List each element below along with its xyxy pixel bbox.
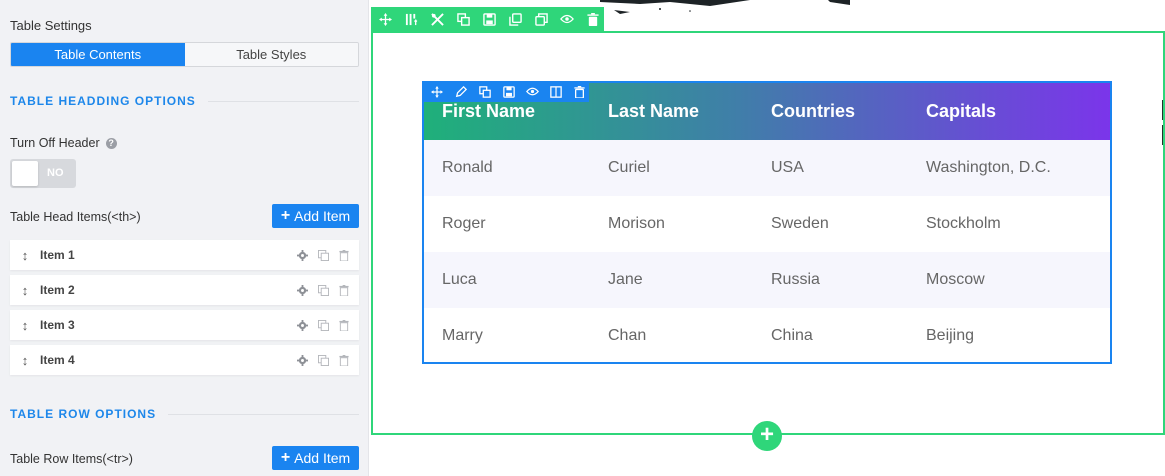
- table-cell: Curiel: [608, 159, 650, 176]
- table-toolbar: [422, 81, 589, 102]
- eye-icon[interactable]: [523, 82, 542, 101]
- trash-icon[interactable]: [337, 284, 351, 296]
- turn-off-header-field: Turn Off Header?: [10, 136, 117, 150]
- row-options-title: TABLE ROW OPTIONS: [10, 407, 157, 421]
- table-cell: Ronald: [442, 159, 493, 176]
- drag-handle-icon[interactable]: ↕: [10, 318, 40, 333]
- decorative-brush-stroke: [600, 0, 850, 14]
- heading-options-title: TABLE HEADDING OPTIONS: [10, 94, 196, 108]
- duplicate-icon[interactable]: [506, 10, 524, 28]
- section-divider: [168, 413, 359, 415]
- table-row: Luca Jane Russia Moscow: [424, 252, 1110, 308]
- trash-icon[interactable]: [584, 10, 602, 28]
- table-cell: Beijing: [926, 327, 975, 344]
- list-item[interactable]: ↕ Item 2: [10, 275, 359, 305]
- copy-icon[interactable]: [316, 284, 330, 296]
- tab-table-contents[interactable]: Table Contents: [11, 43, 185, 66]
- table-cell: Moscow: [926, 271, 985, 288]
- panel-title: Table Settings: [10, 18, 92, 33]
- item-label: Item 3: [40, 318, 75, 332]
- settings-panel: Table Settings Table Contents Table Styl…: [0, 0, 369, 476]
- table-row: Ronald Curiel USA Washington, D.C.: [424, 140, 1110, 196]
- table-cell: Stockholm: [926, 215, 1001, 232]
- columns-icon[interactable]: [547, 82, 566, 101]
- table-cell: Chan: [608, 327, 647, 344]
- trash-icon[interactable]: [570, 82, 589, 101]
- add-head-item-button[interactable]: + Add Item: [272, 204, 359, 228]
- drag-handle-icon[interactable]: ↕: [10, 353, 40, 368]
- table-cell: Morison: [608, 215, 665, 232]
- trash-icon[interactable]: [337, 319, 351, 331]
- row-items-label: Table Row Items(<tr>): [10, 452, 133, 466]
- gear-icon[interactable]: [295, 354, 309, 366]
- toggle-knob: [12, 161, 38, 186]
- gear-icon[interactable]: [295, 319, 309, 331]
- row-options-section: TABLE ROW OPTIONS: [10, 407, 359, 421]
- table-cell: Marry: [442, 327, 483, 344]
- pencil-icon[interactable]: [452, 82, 471, 101]
- item-label: Item 2: [40, 283, 75, 297]
- copy-icon[interactable]: [316, 319, 330, 331]
- gear-icon[interactable]: [295, 249, 309, 261]
- copy-icon[interactable]: [475, 82, 494, 101]
- tools-icon[interactable]: [428, 10, 446, 28]
- paste-icon[interactable]: [532, 10, 550, 28]
- table-row: Roger Morison Sweden Stockholm: [424, 196, 1110, 252]
- list-item[interactable]: ↕ Item 3: [10, 310, 359, 340]
- table-cell: China: [771, 327, 813, 344]
- head-items-label: Table Head Items(<th>): [10, 210, 141, 224]
- question-icon[interactable]: ?: [105, 138, 117, 149]
- toggle-value: NO: [47, 167, 64, 179]
- trash-icon[interactable]: [337, 249, 351, 261]
- copy-icon[interactable]: [316, 249, 330, 261]
- section-toolbar: [371, 7, 604, 31]
- table-cell: Jane: [608, 271, 643, 288]
- table-cell: Russia: [771, 271, 820, 288]
- save-icon[interactable]: [499, 82, 518, 101]
- plus-icon: +: [280, 449, 291, 466]
- plus-icon: +: [759, 421, 774, 448]
- add-item-label: Add Item: [294, 208, 351, 224]
- table-cell: USA: [771, 159, 804, 176]
- table-cell: Luca: [442, 271, 477, 288]
- list-item[interactable]: ↕ Item 1: [10, 240, 359, 270]
- add-item-label: Add Item: [294, 450, 351, 466]
- settings-tabs: Table Contents Table Styles: [10, 42, 359, 67]
- table-header-cell: First Name: [442, 101, 536, 121]
- data-table[interactable]: First Name Last Name Countries Capitals …: [422, 81, 1112, 364]
- item-label: Item 4: [40, 353, 75, 367]
- table-header-cell: Last Name: [608, 101, 700, 121]
- save-icon[interactable]: [480, 10, 498, 28]
- table-cell: Roger: [442, 215, 486, 232]
- list-item[interactable]: ↕ Item 4: [10, 345, 359, 375]
- move-icon[interactable]: [428, 82, 447, 101]
- head-items-list: ↕ Item 1 ↕ Item 2 ↕ Item 3 ↕ Item 4: [10, 240, 359, 380]
- copy-icon[interactable]: [316, 354, 330, 366]
- drag-handle-icon[interactable]: ↕: [10, 283, 40, 298]
- page-builder: Table Settings Table Contents Table Styl…: [0, 0, 1165, 476]
- item-label: Item 1: [40, 248, 75, 262]
- plus-icon: +: [280, 207, 291, 224]
- table-row: Marry Chan China Beijing: [424, 308, 1110, 362]
- table-header-cell: Capitals: [926, 101, 997, 121]
- table-cell: Washington, D.C.: [926, 159, 1051, 176]
- eye-icon[interactable]: [558, 10, 576, 28]
- move-icon[interactable]: [376, 10, 394, 28]
- trash-icon[interactable]: [337, 354, 351, 366]
- heading-options-section: TABLE HEADDING OPTIONS: [10, 94, 359, 108]
- section-divider: [207, 100, 359, 102]
- columns-icon[interactable]: [402, 10, 420, 28]
- turn-off-header-toggle[interactable]: NO: [10, 159, 76, 188]
- copy-icon[interactable]: [454, 10, 472, 28]
- table-cell: Sweden: [771, 215, 829, 232]
- gear-icon[interactable]: [295, 284, 309, 296]
- turn-off-header-label: Turn Off Header: [10, 136, 100, 150]
- add-section-button[interactable]: +: [752, 421, 782, 451]
- tab-table-styles[interactable]: Table Styles: [184, 43, 358, 66]
- drag-handle-icon[interactable]: ↕: [10, 248, 40, 263]
- table-header-cell: Countries: [771, 101, 856, 121]
- add-row-item-button[interactable]: + Add Item: [272, 446, 359, 470]
